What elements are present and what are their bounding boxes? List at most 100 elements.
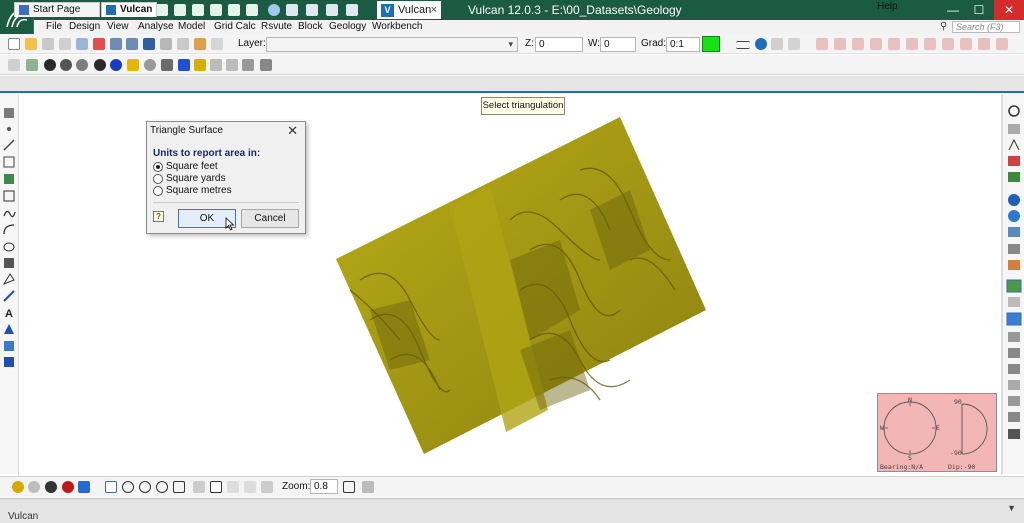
globe-icon[interactable] <box>266 2 282 18</box>
layers-toolbar-icon[interactable] <box>211 38 223 50</box>
properties-icon[interactable] <box>771 38 783 50</box>
tab-start-page[interactable]: Start Page <box>14 2 100 17</box>
snap-i-icon[interactable] <box>960 38 972 50</box>
snap-object-icon[interactable] <box>193 481 205 493</box>
new-file-icon[interactable] <box>8 38 20 50</box>
menu-workbench[interactable]: Workbench <box>372 21 422 32</box>
layer-select[interactable]: ▾ <box>266 37 518 52</box>
menu-help[interactable]: Help <box>877 1 898 12</box>
grey-sphere-icon[interactable] <box>76 59 88 71</box>
zoom-close-icon[interactable] <box>343 481 355 493</box>
dialog-close-button[interactable]: ✕ <box>287 123 298 139</box>
copy-icon[interactable] <box>59 38 71 50</box>
search-input[interactable]: Search (F3) <box>952 21 1020 33</box>
yellow-surface-icon[interactable] <box>194 59 206 71</box>
slope-icon[interactable] <box>244 481 256 493</box>
tool-a-icon[interactable] <box>208 2 224 18</box>
save-toolbar-icon[interactable] <box>143 38 155 50</box>
blue-sphere-icon[interactable] <box>110 59 122 71</box>
text-box-icon[interactable] <box>210 481 222 493</box>
app-tab-vulcan[interactable]: V Vulcan × <box>376 0 442 20</box>
white-ball-icon[interactable] <box>28 481 40 493</box>
angle-icon[interactable] <box>227 481 239 493</box>
snap-d-icon[interactable] <box>870 38 882 50</box>
z-field[interactable]: 0 <box>535 37 583 52</box>
w-field[interactable]: 0 <box>600 37 636 52</box>
surface-a-icon[interactable] <box>210 59 222 71</box>
cut-icon[interactable] <box>42 38 54 50</box>
menu-view[interactable]: View <box>107 21 129 32</box>
menu-block[interactable]: Block <box>298 21 322 32</box>
snap-b-icon[interactable] <box>834 38 846 50</box>
grad-field[interactable]: 0:1 <box>666 37 700 52</box>
yellow-ball-icon[interactable] <box>12 481 24 493</box>
crosshair-a-icon[interactable] <box>122 481 134 493</box>
snap-e-icon[interactable] <box>888 38 900 50</box>
blue-tool-icon[interactable] <box>178 59 190 71</box>
menu-model[interactable]: Model <box>178 21 205 32</box>
snap-f-icon[interactable] <box>906 38 918 50</box>
crosshair-b-icon[interactable] <box>139 481 151 493</box>
zoom-extents-icon[interactable] <box>362 481 374 493</box>
panel-icon[interactable] <box>344 2 360 18</box>
app-tab-close-icon[interactable]: × <box>431 4 437 16</box>
blue-shape-icon[interactable] <box>78 481 90 493</box>
download-icon[interactable] <box>172 2 188 18</box>
black-sphere-icon[interactable] <box>44 59 56 71</box>
radio-button[interactable] <box>153 174 163 184</box>
radio-button[interactable] <box>153 186 163 196</box>
snap-k-icon[interactable] <box>996 38 1008 50</box>
line-style-icon[interactable] <box>736 41 750 49</box>
black-ball-icon[interactable] <box>45 481 57 493</box>
maximize-button[interactable]: ☐ <box>966 0 992 20</box>
close-button[interactable]: ✕ <box>994 0 1024 20</box>
delete-icon[interactable] <box>93 38 105 50</box>
menu-analyse[interactable]: Analyse <box>138 21 174 32</box>
snap-h-icon[interactable] <box>942 38 954 50</box>
crosshair-c-icon[interactable] <box>156 481 168 493</box>
terminal-icon[interactable] <box>324 2 340 18</box>
menu-file[interactable]: File <box>46 21 62 32</box>
select-object-icon[interactable] <box>8 59 20 71</box>
colour-swatch[interactable] <box>702 36 720 52</box>
redo-toolbar-icon[interactable] <box>126 38 138 50</box>
paint-icon[interactable] <box>127 59 139 71</box>
triangulation-surface[interactable] <box>330 110 710 460</box>
open-folder-icon[interactable] <box>25 38 37 50</box>
surface-b-icon[interactable] <box>226 59 238 71</box>
pointer-select-icon[interactable] <box>105 481 117 493</box>
cancel-button[interactable]: Cancel <box>241 209 299 228</box>
menu-grid-calc[interactable]: Grid Calc <box>214 21 256 32</box>
light-sphere-icon[interactable] <box>144 59 156 71</box>
wave-icon[interactable] <box>261 481 273 493</box>
monitor-icon[interactable] <box>284 2 300 18</box>
snap-a-icon[interactable] <box>816 38 828 50</box>
menu-design[interactable]: Design <box>69 21 100 32</box>
surface-c-icon[interactable] <box>242 59 254 71</box>
dark-sphere-icon[interactable] <box>60 59 72 71</box>
window-toolbar-icon[interactable] <box>177 38 189 50</box>
status-dropdown-icon[interactable]: ▼ <box>1007 503 1016 513</box>
upload-icon[interactable] <box>190 2 206 18</box>
paste-icon[interactable] <box>76 38 88 50</box>
snap-g-icon[interactable] <box>924 38 936 50</box>
tool-c-icon[interactable] <box>244 2 260 18</box>
zoom-field[interactable]: 0.8 <box>310 479 338 494</box>
radio-button[interactable] <box>153 162 163 172</box>
solid-sphere-icon[interactable] <box>94 59 106 71</box>
snap-j-icon[interactable] <box>978 38 990 50</box>
grid-snap-icon[interactable] <box>173 481 185 493</box>
menu-geology[interactable]: Geology <box>329 21 366 32</box>
surface-d-icon[interactable] <box>260 59 272 71</box>
pyramid-icon[interactable] <box>26 59 38 71</box>
window-icon[interactable] <box>304 2 320 18</box>
red-ball-icon[interactable] <box>62 481 74 493</box>
info-icon[interactable] <box>755 38 767 50</box>
menu-rsvute[interactable]: Rsvute <box>261 21 292 32</box>
tab-vulcan[interactable]: Vulcan <box>101 2 157 17</box>
edit-properties-icon[interactable] <box>788 38 800 50</box>
print-icon[interactable] <box>160 38 172 50</box>
help-icon[interactable]: ? <box>153 211 164 222</box>
cube-icon[interactable] <box>194 38 206 50</box>
minimize-button[interactable]: — <box>940 0 966 20</box>
